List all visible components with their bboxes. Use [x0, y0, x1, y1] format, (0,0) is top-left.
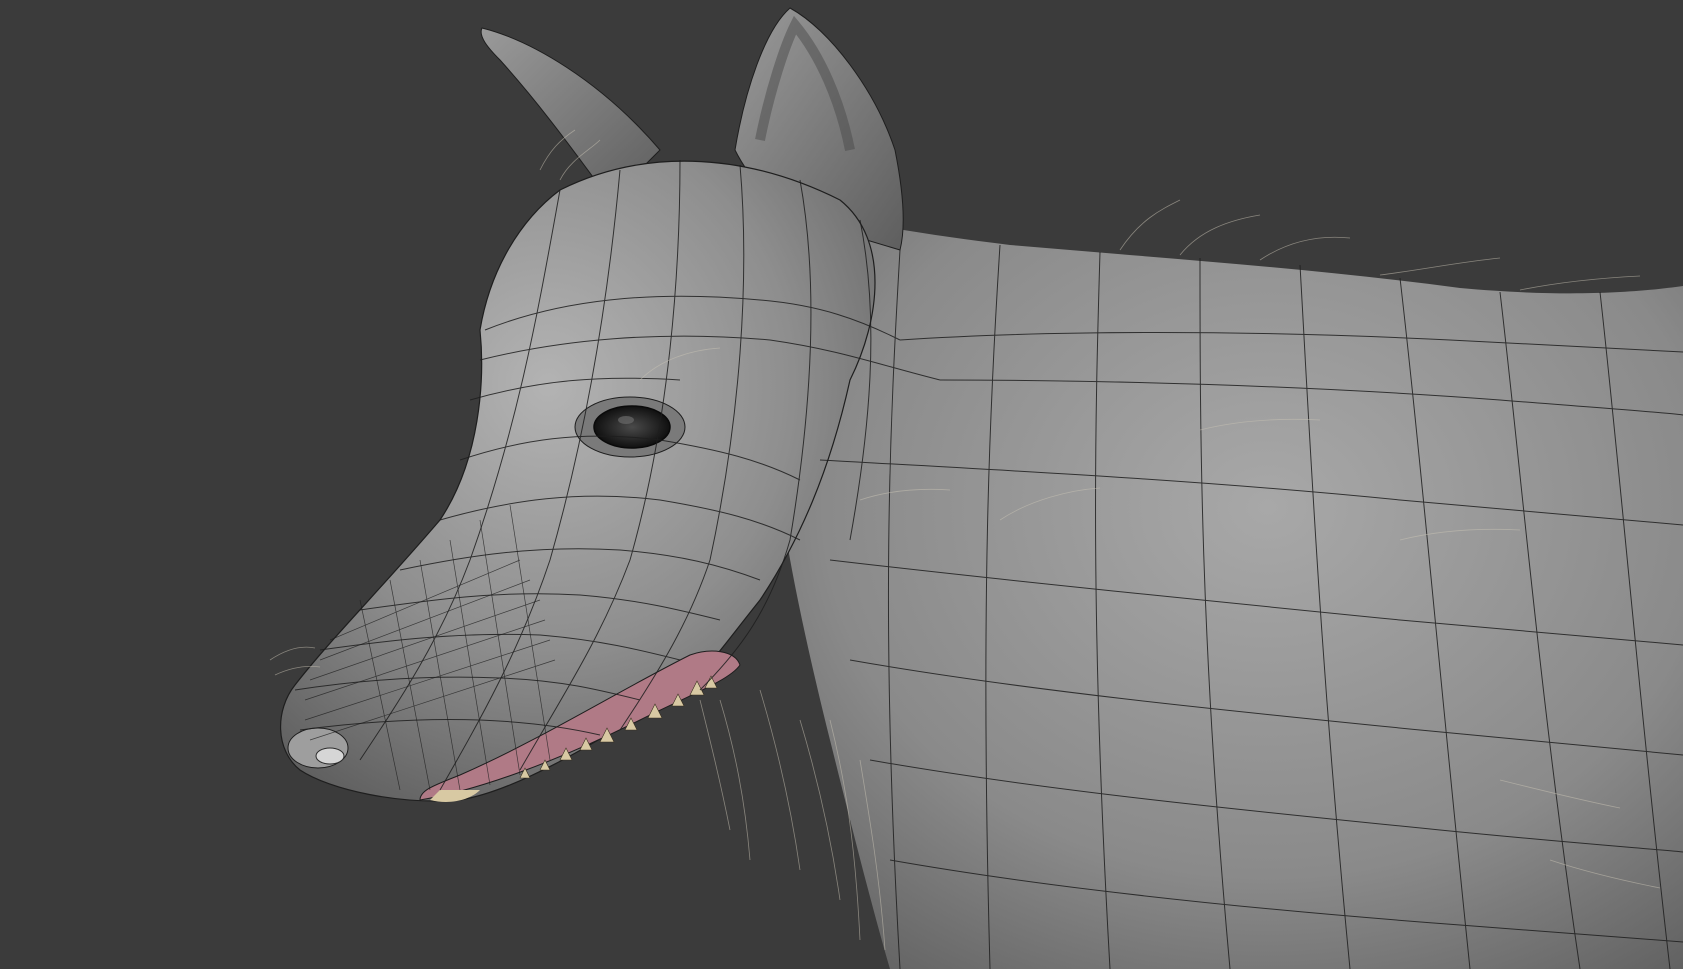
wolf-eye: [574, 396, 686, 458]
wolf-model-render: [0, 0, 1683, 969]
3d-viewport[interactable]: [0, 0, 1683, 969]
wolf-body: [760, 200, 1683, 969]
